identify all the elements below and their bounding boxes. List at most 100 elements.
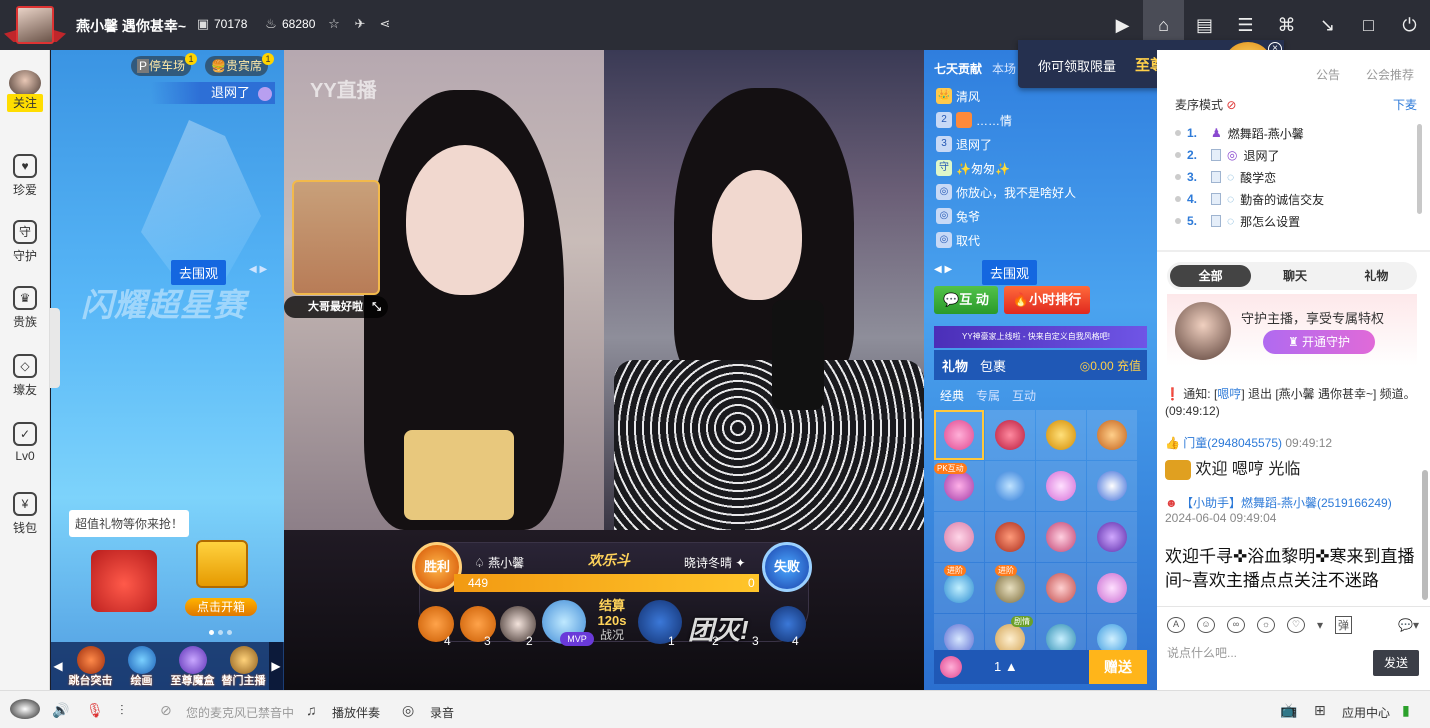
mini-mode-button[interactable]: ↘ <box>1307 0 1348 50</box>
rank-row[interactable]: ◎ 你放心，我不是啥好人 <box>936 180 1146 204</box>
mic-muted-icon[interactable]: 🎙 <box>86 702 104 719</box>
gift-item[interactable] <box>1036 512 1086 562</box>
chat-input[interactable]: 说点什么吧... <box>1167 642 1367 664</box>
chevron-down-icon[interactable]: ▾ <box>1317 618 1323 632</box>
sender-name[interactable]: 门童(2948045575) <box>1183 436 1282 450</box>
nav-item-level[interactable]: ✓ Lv0 <box>0 422 50 463</box>
carousel-arrows-icon[interactable]: ◀ ▶ <box>934 264 952 275</box>
gift-item[interactable] <box>1087 563 1137 613</box>
nav-item-rich-friend[interactable]: ◇ 壕友 <box>0 354 50 398</box>
gift-item[interactable] <box>1036 563 1086 613</box>
gift-effect-icon[interactable]: ♡ <box>1287 617 1305 633</box>
chat-scrollbar[interactable] <box>1422 470 1428 600</box>
queue-row[interactable]: 4. ◌ 勤奋的诚信交友 <box>1175 188 1417 210</box>
carousel-dot[interactable] <box>209 630 214 635</box>
bubble-icon[interactable]: 💬▾ <box>1398 618 1419 632</box>
gift-quantity-select[interactable]: 1 ▲ <box>994 659 1018 674</box>
rank-row[interactable]: ◎ 兔爷 <box>936 204 1146 228</box>
gift-item[interactable] <box>985 512 1035 562</box>
sender-name[interactable]: 【小助手】燃舞蹈-燕小馨(2519166249) <box>1181 496 1392 510</box>
gift-item[interactable] <box>985 461 1035 511</box>
sticker-icon[interactable]: ∞ <box>1227 617 1245 633</box>
gift-item[interactable] <box>985 410 1035 460</box>
filter-chat[interactable]: 聊天 <box>1254 262 1335 290</box>
strip-next-icon[interactable]: ▶ <box>269 642 283 690</box>
tab-guild-recommend[interactable]: 公会推荐 <box>1366 66 1414 88</box>
vip-seat-button[interactable]: 🍔贵宾席 1 <box>205 53 274 76</box>
activity-tile[interactable]: 替门主播 <box>218 644 269 688</box>
app-center-button[interactable]: 应用中心 <box>1342 704 1390 721</box>
open-chest-button[interactable]: 点击开箱 <box>185 598 257 616</box>
gift-item[interactable] <box>934 512 984 562</box>
tab-classic[interactable]: 经典 <box>940 387 964 404</box>
tab-this-show[interactable]: 本场 <box>992 60 1016 77</box>
gift-item[interactable] <box>1087 410 1137 460</box>
strip-prev-icon[interactable]: ◀ <box>51 659 65 673</box>
gift-item[interactable]: 进阶 <box>934 563 984 613</box>
queue-row[interactable]: 1. ♟ 燃舞蹈-燕小馨 <box>1175 122 1417 144</box>
left-host-name[interactable]: ♤ 燕小馨 <box>474 554 524 571</box>
carousel-dot[interactable] <box>218 630 223 635</box>
user-avatar[interactable] <box>10 699 40 719</box>
tab-exclusive[interactable]: 专属 <box>976 387 1000 404</box>
queue-scrollbar[interactable] <box>1417 124 1422 214</box>
nav-item-wallet[interactable]: ¥ 钱包 <box>0 492 50 536</box>
font-icon[interactable]: A <box>1167 617 1185 633</box>
gift-item[interactable] <box>1087 512 1137 562</box>
gift-item[interactable] <box>934 410 984 460</box>
anchor-avatar[interactable] <box>16 6 54 44</box>
tab-seven-day[interactable]: 七天贡献 <box>934 60 982 77</box>
equalizer-icon[interactable]: ⫶ <box>120 702 124 719</box>
tab-interactive[interactable]: 互动 <box>1012 387 1036 404</box>
recharge-link[interactable]: 充值 <box>1117 359 1141 373</box>
tab-gifts[interactable]: 礼物 <box>942 356 968 375</box>
favorite-button[interactable]: ☆ <box>327 17 341 31</box>
send-message-button[interactable]: 发送 <box>1373 650 1419 676</box>
treasure-chest-icon[interactable] <box>196 540 248 588</box>
filter-gifts[interactable]: 礼物 <box>1336 262 1417 290</box>
tab-bag[interactable]: 包裹 <box>980 356 1006 375</box>
gift-item[interactable]: 进阶 <box>985 563 1035 613</box>
rank-row[interactable]: 守 ✨匆匆✨ <box>936 156 1146 180</box>
nav-item-guard[interactable]: 守 守护 <box>0 220 50 264</box>
record-icon[interactable]: ◎ <box>402 702 414 719</box>
close-button[interactable]: ⏻ <box>1389 0 1430 50</box>
panel-collapse-handle[interactable] <box>50 308 60 388</box>
danmaku-toggle[interactable]: 弹 <box>1335 616 1353 634</box>
interact-button[interactable]: 💬互 动 <box>934 286 998 314</box>
gift-sticker[interactable] <box>292 180 380 295</box>
filter-all[interactable]: 全部 <box>1170 265 1252 287</box>
share-button[interactable]: ⋖ <box>378 17 392 31</box>
gift-item[interactable] <box>1036 410 1086 460</box>
record-button[interactable]: 录音 <box>430 704 454 721</box>
apps-icon[interactable]: ⊞ <box>1314 702 1326 719</box>
anchor-small-avatar[interactable] <box>9 70 41 96</box>
maximize-button[interactable]: □ <box>1348 0 1389 50</box>
send-gift-button[interactable]: 赠送 <box>1089 650 1147 684</box>
open-guard-button[interactable]: ♜ 开通守护 <box>1263 330 1375 354</box>
gift-box-icon[interactable] <box>91 550 157 612</box>
rank-row[interactable]: ◎ 取代 <box>936 228 1146 252</box>
parking-lot-button[interactable]: P 停车场 1 <box>131 53 198 76</box>
activity-tile[interactable]: 跳台突击 <box>65 644 116 688</box>
carousel-dot[interactable] <box>227 630 232 635</box>
right-contributor-avatar[interactable] <box>638 600 682 644</box>
follow-button[interactable]: 关注 <box>7 94 43 112</box>
tv-icon[interactable]: 📺 <box>1280 702 1297 719</box>
carousel-arrows-icon[interactable]: ◀ ▶ <box>249 264 267 275</box>
queue-row[interactable]: 2. ◎ 退网了 <box>1175 144 1417 166</box>
emoji-icon[interactable]: ☺ <box>1197 617 1215 633</box>
right-contributor-avatar[interactable] <box>770 606 806 642</box>
nav-item-noble[interactable]: ♛ 贵族 <box>0 286 50 330</box>
music-note-icon[interactable]: ♫ <box>306 702 317 718</box>
tab-announcement[interactable]: 公告 <box>1316 66 1340 88</box>
queue-row[interactable]: 5. ◌ 那怎么设置 <box>1175 210 1417 232</box>
go-watch-button[interactable]: 去围观 <box>982 260 1038 285</box>
queue-row[interactable]: 3. ◌ 酸学恋 <box>1175 166 1417 188</box>
promo-ad-strip[interactable]: YY神豪家上线啦 - 快来自定义自我风格吧! <box>934 326 1147 348</box>
right-host-name[interactable]: 晓诗冬晴 ✦ <box>684 554 745 571</box>
activity-tile[interactable]: 绘画 <box>116 644 167 688</box>
gift-item[interactable] <box>1036 461 1086 511</box>
accompany-button[interactable]: 播放伴奏 <box>332 704 380 721</box>
gift-item[interactable]: PK互动 <box>934 461 984 511</box>
